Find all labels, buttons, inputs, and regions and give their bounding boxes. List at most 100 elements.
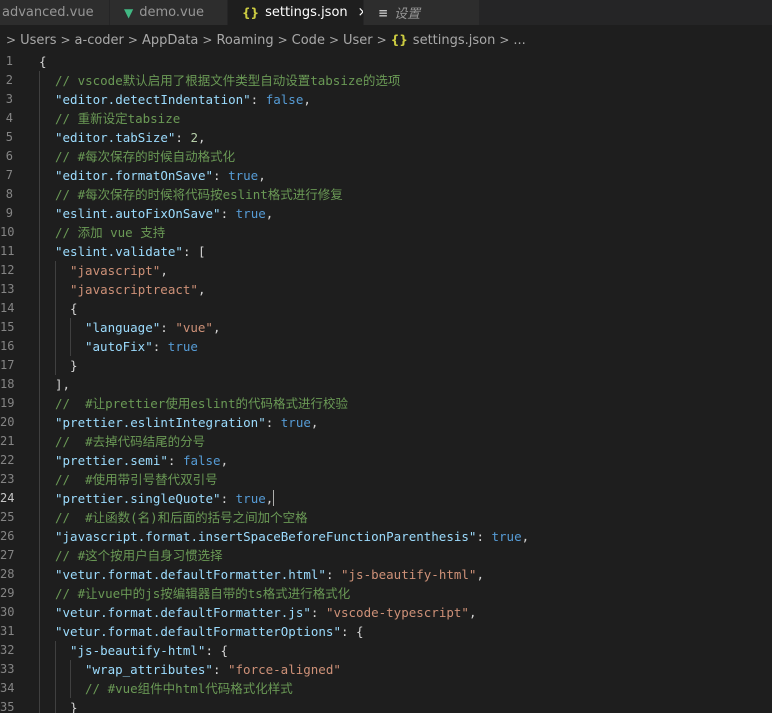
code-line[interactable]: 6 // #每次保存的时候自动格式化 (0, 147, 772, 166)
indent-guide (55, 641, 56, 660)
code-line[interactable]: 18], (0, 375, 772, 394)
code-line[interactable]: 4 // 重新设定tabsize (0, 109, 772, 128)
code-line[interactable]: 10 // 添加 vue 支持 (0, 223, 772, 242)
code-content: } (70, 356, 78, 375)
code-line[interactable]: 3 "editor.detectIndentation": false, (0, 90, 772, 109)
code-comment: // vscode默认启用了根据文件类型自动设置tabsize的选项 (55, 73, 401, 88)
json-braces-icon: {} (390, 33, 408, 47)
indent-guide (39, 641, 40, 660)
code-line[interactable]: 26 "javascript.format.insertSpaceBeforeFu… (0, 527, 772, 546)
code-comment: // #每次保存的时候将代码按eslint格式进行修复 (55, 187, 343, 202)
indent-guide (70, 679, 71, 698)
tab-settings-ui[interactable]: ≡ 设置 (364, 0, 480, 25)
line-number: 13 (0, 282, 15, 296)
punctuation: , (310, 415, 319, 430)
code-editor[interactable]: 1{2// vscode默认启用了根据文件类型自动设置tabsize的选项 3 "e… (0, 52, 772, 713)
line-number: 4 (5, 111, 13, 125)
code-line[interactable]: 21 // #去掉代码结尾的分号 (0, 432, 772, 451)
code-comment: // #让vue中的js按编辑器自带的ts格式进行格式化 (55, 586, 351, 601)
code-line[interactable]: 20 "prettier.eslintIntegration": true, (0, 413, 772, 432)
code-line[interactable]: 34 // #vue组件中html代码格式化样式 (0, 679, 772, 698)
line-number: 14 (0, 301, 15, 315)
line-number: 19 (0, 396, 15, 410)
punctuation: , (197, 282, 206, 297)
code-line[interactable]: 29 // #让vue中的js按编辑器自带的ts格式进行格式化 (0, 584, 772, 603)
line-number: 18 (0, 377, 15, 391)
code-content: "prettier.singleQuote": true, (55, 489, 275, 508)
punctuation: : (152, 339, 168, 354)
indent-guide (39, 90, 40, 109)
code-line[interactable]: 5 "editor.tabSize": 2, (0, 128, 772, 147)
code-line[interactable]: 15 "language": "vue", (0, 318, 772, 337)
indent-guide (70, 660, 71, 679)
breadcrumb: > Users > a-coder > AppData > Roaming > … (0, 29, 772, 51)
code-line[interactable]: 2 // vscode默认启用了根据文件类型自动设置tabsize的选项 (0, 71, 772, 90)
line-number: 25 (0, 510, 15, 524)
code-content: // #vue组件中html代码格式化样式 (85, 679, 293, 698)
breadcrumb-item-a-coder[interactable]: a-coder (75, 33, 124, 48)
tab-settings-json[interactable]: {} settings.json × (228, 0, 364, 25)
json-boolean: true (167, 339, 198, 354)
breadcrumb-item-code[interactable]: Code (292, 33, 325, 48)
code-line[interactable]: 24 "prettier.singleQuote": true, (0, 489, 772, 508)
json-key: "editor.detectIndentation" (55, 92, 251, 107)
json-string: "vscode-typescript" (325, 605, 469, 620)
code-line[interactable]: 22 "prettier.semi": false, (0, 451, 772, 470)
line-number: 23 (0, 472, 15, 486)
line-number: 16 (0, 339, 15, 353)
breadcrumb-item-users[interactable]: Users (20, 33, 56, 48)
indent-guide (39, 622, 40, 641)
indent-guide (39, 584, 40, 603)
json-boolean: true (280, 415, 311, 430)
breadcrumb-item-appdata[interactable]: AppData (142, 33, 198, 48)
code-line[interactable]: 31 "vetur.format.defaultFormatterOptions"… (0, 622, 772, 641)
code-line[interactable]: 35} (0, 698, 772, 713)
punctuation: : (160, 320, 176, 335)
breadcrumb-item-settings-json[interactable]: {} settings.json (391, 33, 496, 48)
tab-demo-vue[interactable]: ▼ demo.vue (110, 0, 228, 25)
code-line[interactable]: 9 "eslint.autoFixOnSave": true, (0, 204, 772, 223)
code-line[interactable]: 8 // #每次保存的时候将代码按eslint格式进行修复 (0, 185, 772, 204)
code-line[interactable]: 13 "javascriptreact", (0, 280, 772, 299)
punctuation: : { (340, 624, 364, 639)
code-line[interactable]: 1{ (0, 52, 772, 71)
code-line[interactable]: 23 // #使用带引号替代双引号 (0, 470, 772, 489)
code-line[interactable]: 12 "javascript", (0, 261, 772, 280)
code-content: // #这个按用户自身习惯选择 (55, 546, 223, 565)
code-line[interactable]: 11 "eslint.validate": [ (0, 242, 772, 261)
json-key: "javascript.format.insertSpaceBeforeFunc… (55, 529, 477, 544)
code-line[interactable]: 17} (0, 356, 772, 375)
indent-guide (70, 318, 71, 337)
tab-advanced-vue[interactable]: advanced.vue (0, 0, 110, 25)
code-line[interactable]: 32 "js-beautify-html": { (0, 641, 772, 660)
json-string: "javascriptreact" (70, 282, 198, 297)
code-line[interactable]: 16 "autoFix": true (0, 337, 772, 356)
breadcrumb-item-roaming[interactable]: Roaming (216, 33, 273, 48)
tab-label: demo.vue (139, 5, 204, 20)
code-line[interactable]: 19 // #让prettier使用eslint的代码格式进行校验 (0, 394, 772, 413)
breadcrumb-item-more[interactable]: ... (513, 33, 525, 48)
code-content: // #使用带引号替代双引号 (55, 470, 218, 489)
code-content: "vetur.format.defaultFormatterOptions": … (55, 622, 364, 641)
breadcrumb-item-user[interactable]: User (343, 33, 373, 48)
code-line[interactable]: 7 "editor.formatOnSave": true, (0, 166, 772, 185)
line-number: 1 (5, 54, 13, 68)
tab-label: advanced.vue (2, 5, 94, 20)
code-line[interactable]: 25 // #让函数(名)和后面的括号之间加个空格 (0, 508, 772, 527)
code-line[interactable]: 33 "wrap_attributes": "force-aligned" (0, 660, 772, 679)
code-content: // #让prettier使用eslint的代码格式进行校验 (55, 394, 348, 413)
code-content: "javascript.format.insertSpaceBeforeFunc… (55, 527, 529, 546)
json-number: 2 (190, 130, 199, 145)
json-key: "prettier.semi" (55, 453, 168, 468)
code-line[interactable]: 30 "vetur.format.defaultFormatter.js": "v… (0, 603, 772, 622)
code-line[interactable]: 28 "vetur.format.defaultFormatter.html": … (0, 565, 772, 584)
breadcrumb-separator: > (6, 33, 17, 47)
code-line[interactable]: 27 // #这个按用户自身习惯选择 (0, 546, 772, 565)
indent-guide (39, 489, 40, 508)
json-key: "language" (85, 320, 161, 335)
code-line[interactable]: 14 { (0, 299, 772, 318)
json-boolean: true (491, 529, 522, 544)
json-key: "wrap_attributes" (85, 662, 213, 677)
code-content: // #每次保存的时候自动格式化 (55, 147, 235, 166)
punctuation: : (175, 130, 191, 145)
